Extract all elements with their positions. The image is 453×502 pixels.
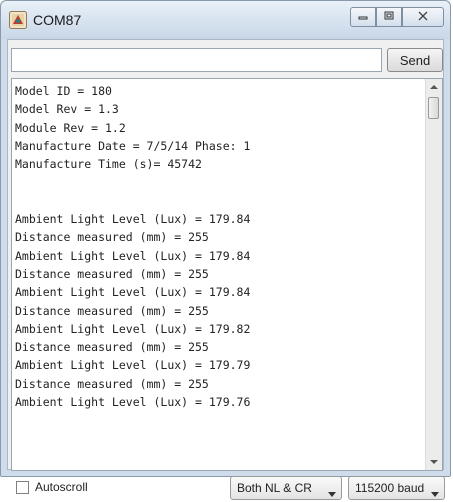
serial-output-line: Manufacture Date = 7/5/14 Phase: 1 [15, 138, 251, 153]
serial-output-line: Distance measured (mm) = 255 [15, 376, 209, 391]
close-icon [417, 10, 429, 24]
serial-output-line: Model ID = 180 [15, 84, 112, 98]
serial-output-line: Ambient Light Level (Lux) = 179.82 [15, 321, 251, 336]
autoscroll-checkbox[interactable] [16, 480, 29, 494]
serial-output-line: Ambient Light Level (Lux) = 179.84 [15, 285, 251, 300]
serial-output-line [15, 192, 424, 210]
footer-bar: Autoscroll Both NL & CR 115200 baud [8, 476, 445, 502]
minimize-button[interactable] [350, 7, 376, 27]
serial-output-line: Ambient Light Level (Lux) = 179.84 [15, 212, 251, 227]
autoscroll-toggle[interactable]: Autoscroll [16, 480, 88, 494]
serial-output-line: Ambient Light Level (Lux) = 179.84 [15, 248, 251, 263]
line-ending-value: Both NL & CR [237, 481, 312, 495]
maximize-icon [383, 10, 395, 24]
serial-output-line: Manufacture Time (s)= 45742 [15, 157, 202, 172]
baud-rate-dropdown[interactable]: 115200 baud [348, 476, 445, 500]
serial-output-line: Distance measured (mm) = 255 [15, 340, 209, 355]
window-controls [350, 7, 444, 31]
serial-output-line [15, 173, 424, 191]
title-bar[interactable]: COM87 [1, 1, 450, 39]
serial-output-line: Ambient Light Level (Lux) = 179.79 [15, 358, 251, 373]
window-title: COM87 [33, 12, 82, 28]
close-button[interactable] [402, 7, 444, 27]
maximize-button[interactable] [376, 7, 402, 27]
line-ending-dropdown[interactable]: Both NL & CR [230, 476, 342, 500]
serial-output-line: Model Rev = 1.3 [15, 102, 119, 117]
chevron-down-icon [431, 486, 439, 500]
vertical-scrollbar[interactable] [425, 79, 442, 470]
arduino-app-icon [9, 11, 27, 29]
scrollbar-thumb[interactable] [428, 97, 439, 119]
serial-send-input[interactable] [11, 48, 382, 72]
serial-output-area[interactable]: Model ID = 180 Model Rev = 1.3 Module Rev … [11, 78, 443, 471]
send-row: Send [8, 48, 443, 74]
serial-output-line: Distance measured (mm) = 255 [15, 266, 209, 281]
scroll-up-arrow-icon[interactable] [426, 79, 442, 95]
scroll-down-arrow-icon[interactable] [426, 454, 442, 470]
minimize-icon [357, 10, 369, 24]
serial-output-line: Module Rev = 1.2 [15, 120, 126, 135]
serial-monitor-window: COM87 Send Model ID = 180 Model Rev = 1.… [0, 0, 451, 500]
send-button[interactable]: Send [387, 48, 443, 72]
autoscroll-label: Autoscroll [35, 480, 88, 494]
chevron-down-icon [328, 486, 336, 500]
serial-monitor-content: Send Model ID = 180 Model Rev = 1.3 Module… [7, 39, 445, 500]
serial-output-line: Ambient Light Level (Lux) = 179.76 [15, 395, 251, 410]
serial-output-line: Distance measured (mm) = 255 [15, 303, 209, 318]
baud-rate-value: 115200 baud [355, 481, 425, 495]
serial-output-line: Distance measured (mm) = 255 [15, 230, 209, 245]
serial-output-text: Model ID = 180 Model Rev = 1.3 Module Rev … [15, 82, 424, 411]
